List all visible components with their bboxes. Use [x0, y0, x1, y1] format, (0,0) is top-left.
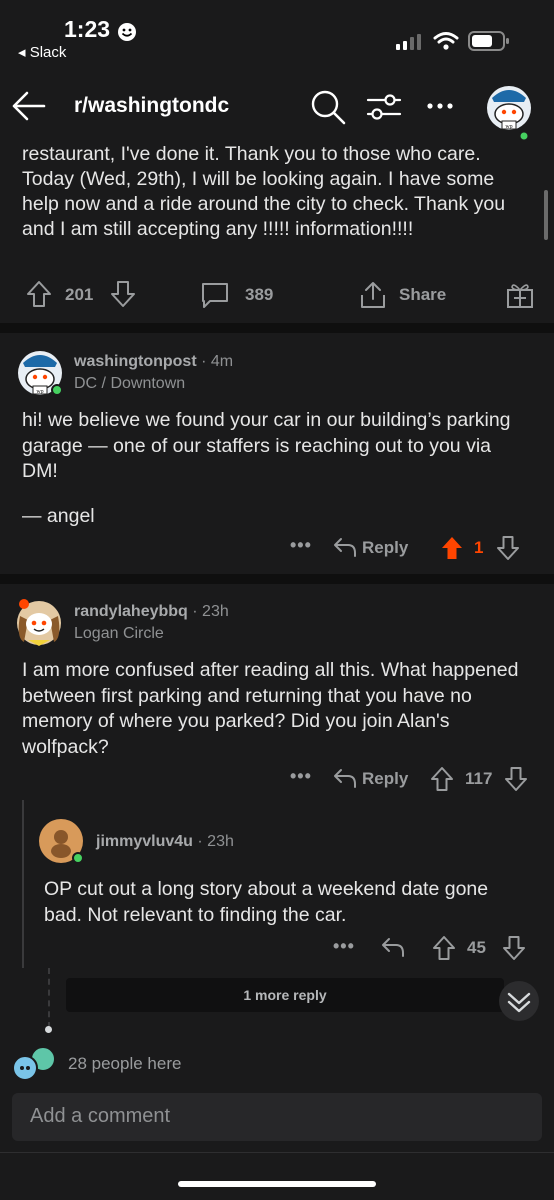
subreddit-title[interactable]: r/washingtondc: [74, 94, 229, 118]
comment-author[interactable]: randylaheybbq: [74, 603, 188, 620]
upvote-active-icon[interactable]: [440, 535, 464, 561]
reply-button[interactable]: Reply: [362, 538, 408, 558]
home-indicator[interactable]: [178, 1181, 376, 1187]
thread-line: [48, 968, 52, 1028]
collapse-thread-icon[interactable]: [498, 980, 540, 1022]
more-options-icon[interactable]: [426, 101, 454, 111]
share-label[interactable]: Share: [399, 285, 446, 305]
reply-icon[interactable]: [332, 767, 358, 789]
downvote-icon[interactable]: [502, 935, 526, 961]
comment-author[interactable]: washingtonpost: [74, 353, 197, 370]
battery-icon: [468, 31, 509, 51]
comment-input-placeholder[interactable]: Add a comment: [30, 1105, 170, 1128]
sort-filter-icon[interactable]: [366, 92, 402, 122]
reply-icon[interactable]: [380, 936, 406, 958]
section-divider: [0, 323, 554, 333]
svg-text:wp: wp: [505, 124, 512, 130]
comment-time: · 23h: [197, 833, 234, 850]
svg-text:wp: wp: [36, 389, 43, 395]
smiley-status-icon: [118, 23, 136, 41]
comment-author[interactable]: jimmyvluv4u: [96, 833, 193, 850]
comment-more-options-icon[interactable]: •••: [290, 766, 312, 787]
comment-vote-count: 1: [474, 538, 484, 557]
upvote-icon[interactable]: [432, 935, 456, 961]
presence-avatars: [12, 1046, 56, 1081]
reply-icon[interactable]: [332, 536, 358, 558]
search-icon[interactable]: [310, 89, 346, 125]
comment-signature: — angel: [22, 505, 95, 527]
thread-line: [22, 800, 24, 968]
comment-header: randylaheybbq · 23h: [74, 603, 229, 621]
post-vote-count: 201: [65, 285, 94, 304]
commenter-avatar[interactable]: [38, 818, 88, 868]
comment-vote-count: 45: [467, 938, 486, 957]
section-divider: [0, 574, 554, 584]
comment-header: jimmyvluv4u · 23h: [96, 833, 234, 851]
comment-body: I am more confused after reading all thi…: [22, 659, 519, 758]
presence-count: 28 people here: [68, 1054, 182, 1073]
cellular-signal-icon: [396, 34, 421, 50]
share-icon[interactable]: [358, 280, 388, 310]
upvote-icon[interactable]: [26, 280, 52, 308]
scrollbar[interactable]: [544, 190, 548, 240]
footer-divider: [0, 1152, 554, 1153]
status-time: 1:23: [64, 16, 111, 42]
downvote-icon[interactable]: [496, 535, 520, 561]
comment-more-options-icon[interactable]: •••: [333, 936, 355, 957]
downvote-icon[interactable]: [504, 766, 528, 792]
comment-header: washingtonpost · 4m: [74, 353, 233, 371]
post-comment-count: 389: [245, 285, 274, 304]
comment-time: · 4m: [201, 353, 234, 370]
wifi-icon: [433, 32, 459, 50]
more-replies-button[interactable]: 1 more reply: [66, 978, 504, 1012]
user-flair: DC / Downtown: [74, 375, 186, 392]
post-body-text: restaurant, I've done it. Thank you to t…: [22, 143, 506, 240]
comment-vote-count: 117: [465, 769, 493, 788]
downvote-icon[interactable]: [110, 280, 136, 308]
comment-body: OP cut out a long story about a weekend …: [44, 878, 489, 926]
commenter-avatar[interactable]: [14, 596, 64, 648]
back-to-app-link[interactable]: ◂ Slack: [18, 43, 66, 61]
thread-dot: [45, 1026, 52, 1033]
user-avatar[interactable]: wp: [484, 84, 534, 142]
user-flair: Logan Circle: [74, 625, 164, 642]
reply-button[interactable]: Reply: [362, 769, 408, 789]
comment-time: · 23h: [192, 603, 229, 620]
upvote-icon[interactable]: [430, 766, 454, 792]
commenter-avatar[interactable]: wp: [16, 349, 66, 399]
comment-bubble-icon[interactable]: [200, 281, 230, 309]
comment-body: hi! we believe we found your car in our …: [22, 409, 511, 482]
back-arrow-icon[interactable]: [10, 90, 46, 122]
award-icon[interactable]: [505, 281, 535, 309]
comment-more-options-icon[interactable]: •••: [290, 535, 312, 556]
